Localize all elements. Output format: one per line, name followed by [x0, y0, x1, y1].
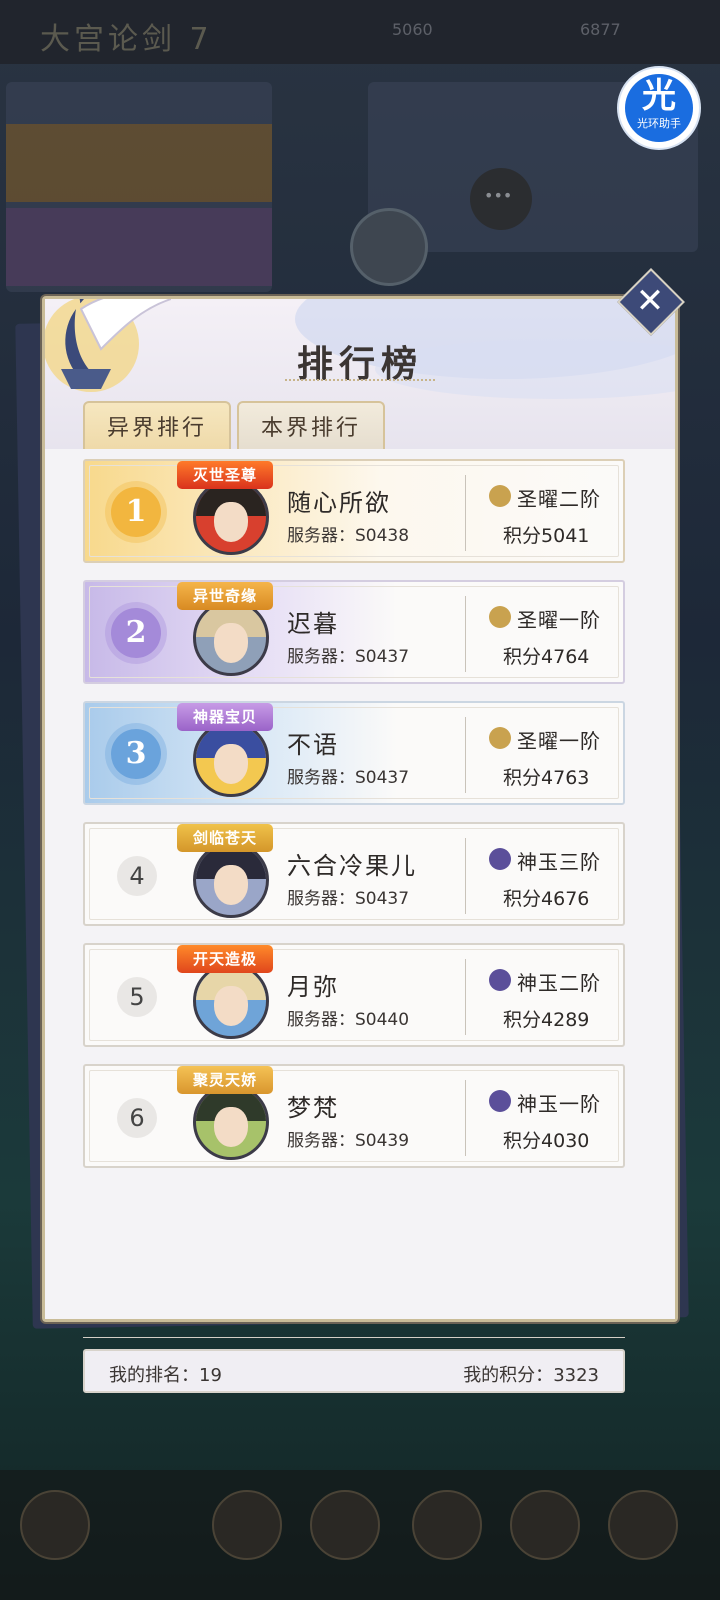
player-server: 服务器：S0437	[287, 889, 410, 909]
player-title-badge: 聚灵天娇	[177, 1066, 273, 1094]
divider	[83, 1337, 625, 1338]
player-avatar	[193, 479, 269, 555]
close-icon[interactable]: ✕	[632, 283, 668, 319]
tier-sheng-icon	[489, 727, 511, 749]
ranking-row[interactable]: 5 开天造极 月弥 服务器：S0440 神玉二阶 积分4289	[83, 943, 625, 1047]
player-avatar	[193, 963, 269, 1039]
player-name: 迟暮	[287, 610, 339, 638]
player-name: 六合冷果儿	[287, 852, 417, 880]
player-tier: 神玉二阶	[517, 971, 601, 995]
nav-icon	[412, 1490, 482, 1560]
title-ornament	[285, 379, 435, 385]
chat-bubble-icon	[470, 168, 532, 230]
ranking-row[interactable]: 4 剑临苍天 六合冷果儿 服务器：S0437 神玉三阶 积分4676	[83, 822, 625, 926]
my-rank: 我的排名：19	[109, 1365, 222, 1386]
player-name: 不语	[287, 731, 339, 759]
rank-medal: 2	[111, 608, 161, 658]
rank-number: 5	[117, 977, 157, 1017]
player-tier: 圣曜一阶	[517, 729, 601, 753]
my-ranking-bar: 我的排名：19 我的积分：3323	[83, 1349, 625, 1393]
player-score: 积分4030	[503, 1130, 590, 1152]
player-tier: 圣曜二阶	[517, 487, 601, 511]
ranking-row[interactable]: 2 异世奇缘 迟暮 服务器：S0437 圣曜一阶 积分4764	[83, 580, 625, 684]
player-score: 积分4763	[503, 767, 590, 789]
player-name: 随心所欲	[287, 489, 391, 517]
player-score: 积分4764	[503, 646, 590, 668]
game-title: 大宫论剑 7	[40, 22, 213, 57]
player-title-badge: 剑临苍天	[177, 824, 273, 852]
player-avatar	[193, 842, 269, 918]
tier-shen-icon	[489, 1090, 511, 1112]
rank-medal: 1	[111, 487, 161, 537]
player-title-badge: 神器宝贝	[177, 703, 273, 731]
nav-icon	[608, 1490, 678, 1560]
player-avatar	[193, 1084, 269, 1160]
tier-sheng-icon	[489, 606, 511, 628]
rank-medal: 3	[111, 729, 161, 779]
helper-floating-button[interactable]: 光 光环助手	[617, 66, 701, 150]
rank-number: 4	[117, 856, 157, 896]
player-title-badge: 开天造极	[177, 945, 273, 973]
tier-shen-icon	[489, 848, 511, 870]
helper-logo-icon: 光 光环助手	[625, 74, 693, 142]
player-avatar	[193, 600, 269, 676]
player-score: 积分5041	[503, 525, 590, 547]
nav-icon	[212, 1490, 282, 1560]
player-server: 服务器：S0440	[287, 1010, 410, 1030]
leaderboard-modal: 排行榜 异界排行 本界排行 1 灭世圣尊 随心所欲 服务器：S0438 圣曜二阶…	[42, 296, 678, 1393]
player-tier: 神玉一阶	[517, 1092, 601, 1116]
tab-other-realm[interactable]: 异界排行	[83, 401, 231, 455]
back-icon	[20, 1490, 90, 1560]
nav-icon	[510, 1490, 580, 1560]
ranking-row[interactable]: 1 灭世圣尊 随心所欲 服务器：S0438 圣曜二阶 积分5041	[83, 459, 625, 563]
player-server: 服务器：S0437	[287, 647, 410, 667]
rank-number: 6	[117, 1098, 157, 1138]
player-title-badge: 灭世圣尊	[177, 461, 273, 489]
tier-sheng-icon	[489, 485, 511, 507]
nav-icon	[310, 1490, 380, 1560]
player-name: 梦梵	[287, 1094, 339, 1122]
bg-avatar	[350, 208, 428, 286]
tier-shen-icon	[489, 969, 511, 991]
player-server: 服务器：S0438	[287, 526, 410, 546]
ranking-row[interactable]: 6 聚灵天娇 梦梵 服务器：S0439 神玉一阶 积分4030	[83, 1064, 625, 1168]
ranking-list: 1 灭世圣尊 随心所欲 服务器：S0438 圣曜二阶 积分5041 2 异世奇缘…	[45, 449, 675, 1393]
player-title-badge: 异世奇缘	[177, 582, 273, 610]
my-score: 我的积分：3323	[463, 1365, 599, 1386]
player-name: 月弥	[287, 973, 339, 1001]
bg-rank-row	[6, 208, 272, 286]
bg-rank-row	[6, 124, 272, 202]
player-score: 积分4676	[503, 888, 590, 910]
resource-count-2: 6877	[580, 20, 621, 39]
player-score: 积分4289	[503, 1009, 590, 1031]
resource-count-1: 5060	[392, 20, 433, 39]
player-avatar	[193, 721, 269, 797]
player-tier: 神玉三阶	[517, 850, 601, 874]
player-server: 服务器：S0439	[287, 1131, 410, 1151]
player-tier: 圣曜一阶	[517, 608, 601, 632]
ranking-row[interactable]: 3 神器宝贝 不语 服务器：S0437 圣曜一阶 积分4763	[83, 701, 625, 805]
player-server: 服务器：S0437	[287, 768, 410, 788]
tab-this-realm[interactable]: 本界排行	[237, 401, 385, 455]
